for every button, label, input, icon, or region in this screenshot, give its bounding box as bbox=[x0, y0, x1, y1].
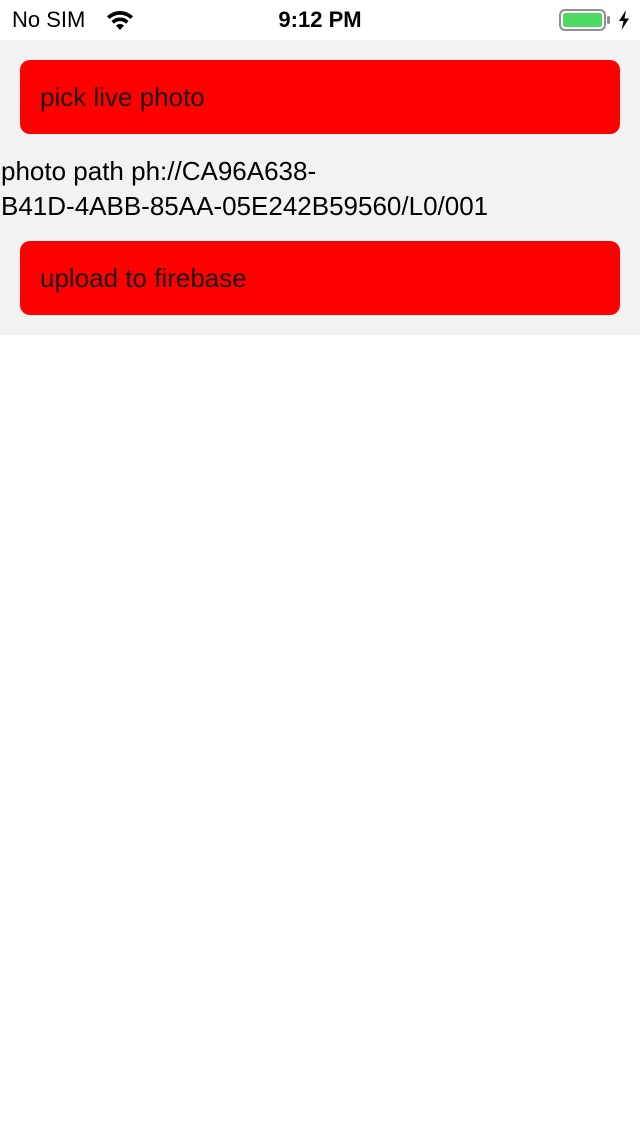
photo-path-text: photo path ph://CA96A638- B41D-4ABB-85AA… bbox=[1, 154, 601, 224]
clock: 9:12 PM bbox=[278, 7, 362, 32]
pick-live-photo-button[interactable]: pick live photo bbox=[20, 60, 620, 134]
status-bar: No SIM 9:12 PM bbox=[0, 0, 640, 40]
battery-icon bbox=[559, 9, 610, 31]
photo-path-line-2: B41D-4ABB-85AA-05E242B59560/L0/001 bbox=[1, 191, 489, 221]
photo-path-line-1: photo path ph://CA96A638- bbox=[1, 156, 317, 186]
main-panel: pick live photo photo path ph://CA96A638… bbox=[0, 40, 640, 335]
upload-to-firebase-button[interactable]: upload to firebase bbox=[20, 241, 620, 315]
bolt-icon bbox=[619, 10, 629, 30]
